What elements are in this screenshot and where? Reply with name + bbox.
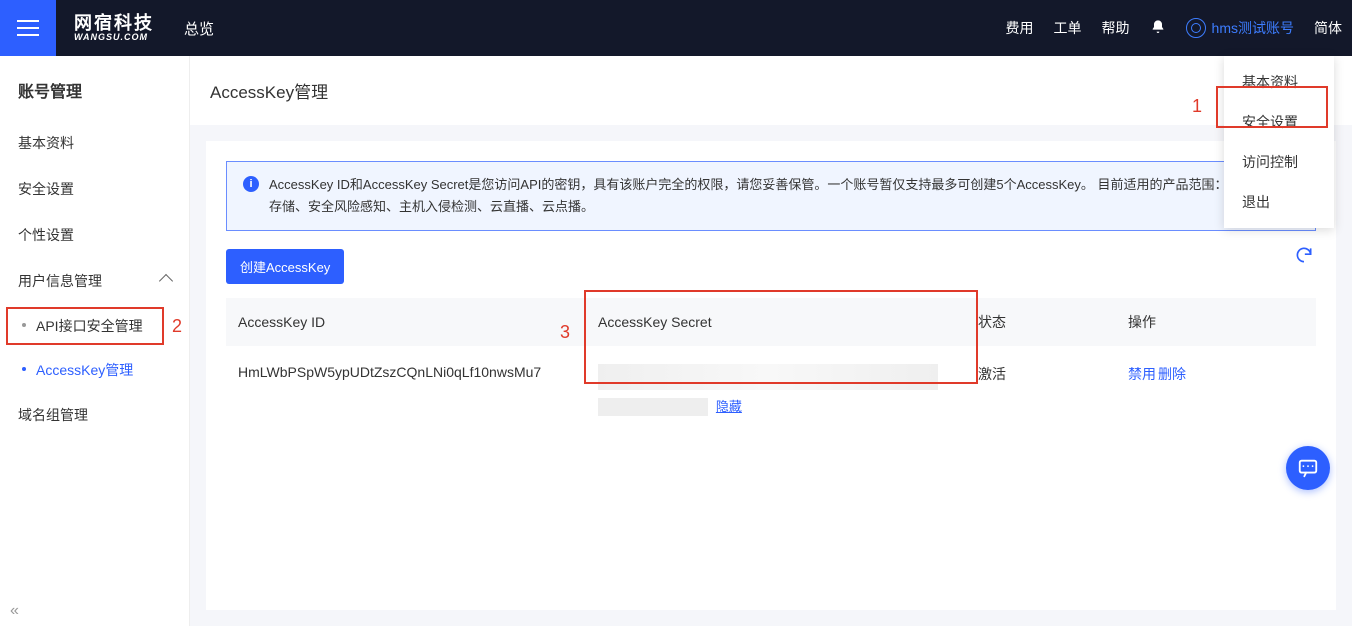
main-panel: i AccessKey ID和AccessKey Secret是您访问API的密…: [206, 141, 1336, 610]
user-icon: [1186, 18, 1206, 38]
user-menu-security[interactable]: 安全设置: [1224, 102, 1334, 142]
sidebar-item-security[interactable]: 安全设置: [0, 166, 189, 212]
info-icon: i: [243, 176, 259, 192]
secret-masked-line1: [598, 364, 938, 390]
sidebar-sub-accesskey[interactable]: AccessKey管理: [0, 348, 189, 392]
page-title: AccessKey管理: [190, 56, 1352, 125]
accesskey-table: AccessKey ID AccessKey Secret 状态 操作 HmLW…: [226, 298, 1316, 446]
cell-status: 激活: [966, 346, 1116, 446]
cell-accesskey-id: HmLWbPSpW5ypUDtZszCQnLNi0qLf10nwsMu7: [226, 346, 586, 446]
sidebar-item-domaingroup[interactable]: 域名组管理: [0, 392, 189, 438]
user-dropdown-menu: 基本资料 安全设置 访问控制 退出: [1224, 56, 1334, 228]
col-header-op: 操作: [1116, 298, 1316, 346]
top-header: 网宿科技 WANGSU.COM 总览 费用 工单 帮助 hms测试账号 简体 基…: [0, 0, 1352, 56]
logo: 网宿科技 WANGSU.COM: [74, 14, 154, 42]
logo-text-cn: 网宿科技: [74, 14, 154, 33]
hamburger-menu-button[interactable]: [0, 0, 56, 56]
sidebar-title: 账号管理: [0, 56, 189, 120]
nav-cost[interactable]: 费用: [996, 18, 1044, 38]
toggle-secret-link[interactable]: 隐藏: [716, 399, 742, 414]
nav-help[interactable]: 帮助: [1092, 18, 1140, 38]
info-alert: i AccessKey ID和AccessKey Secret是您访问API的密…: [226, 161, 1316, 231]
secret-masked-line2: [598, 398, 708, 416]
cell-accesskey-secret: 隐藏: [586, 346, 966, 446]
user-menu-logout[interactable]: 退出: [1224, 182, 1334, 222]
nav-overview[interactable]: 总览: [184, 18, 214, 39]
alert-text: AccessKey ID和AccessKey Secret是您访问API的密钥，…: [269, 174, 1299, 218]
create-accesskey-button[interactable]: 创建AccessKey: [226, 249, 344, 284]
nav-ticket[interactable]: 工单: [1044, 18, 1092, 38]
sidebar: 账号管理 基本资料 安全设置 个性设置 用户信息管理 API接口安全管理 Acc…: [0, 56, 190, 626]
col-header-status: 状态: [966, 298, 1116, 346]
sidebar-item-basic[interactable]: 基本资料: [0, 120, 189, 166]
chat-icon: [1297, 457, 1319, 479]
notification-bell-icon[interactable]: [1140, 18, 1176, 39]
disable-link[interactable]: 禁用: [1128, 366, 1156, 382]
user-menu-basic[interactable]: 基本资料: [1224, 62, 1334, 102]
col-header-id: AccessKey ID: [226, 298, 586, 346]
table-row: HmLWbPSpW5ypUDtZszCQnLNi0qLf10nwsMu7 隐藏 …: [226, 346, 1316, 446]
sidebar-item-userinfo[interactable]: 用户信息管理: [0, 258, 189, 304]
header-right: 费用 工单 帮助 hms测试账号 简体: [996, 0, 1352, 56]
cell-operations: 禁用删除: [1116, 346, 1316, 446]
sidebar-item-userinfo-label: 用户信息管理: [18, 271, 102, 291]
chat-fab-button[interactable]: [1286, 446, 1330, 490]
content-area: AccessKey管理 i AccessKey ID和AccessKey Sec…: [190, 56, 1352, 626]
user-menu-access[interactable]: 访问控制: [1224, 142, 1334, 182]
language-switch[interactable]: 简体: [1304, 18, 1352, 38]
sidebar-item-personal[interactable]: 个性设置: [0, 212, 189, 258]
username-label: hms测试账号: [1212, 18, 1294, 38]
delete-link[interactable]: 删除: [1158, 366, 1186, 382]
col-header-secret: AccessKey Secret: [586, 298, 966, 346]
refresh-icon: [1294, 245, 1314, 265]
sidebar-sub-api[interactable]: API接口安全管理: [0, 304, 189, 348]
sidebar-collapse-icon[interactable]: «: [10, 602, 16, 620]
logo-text-en: WANGSU.COM: [74, 33, 154, 42]
chevron-up-icon: [159, 274, 173, 288]
refresh-button[interactable]: [1294, 245, 1314, 265]
body-layout: 账号管理 基本资料 安全设置 个性设置 用户信息管理 API接口安全管理 Acc…: [0, 56, 1352, 626]
user-menu-trigger[interactable]: hms测试账号: [1176, 18, 1304, 38]
